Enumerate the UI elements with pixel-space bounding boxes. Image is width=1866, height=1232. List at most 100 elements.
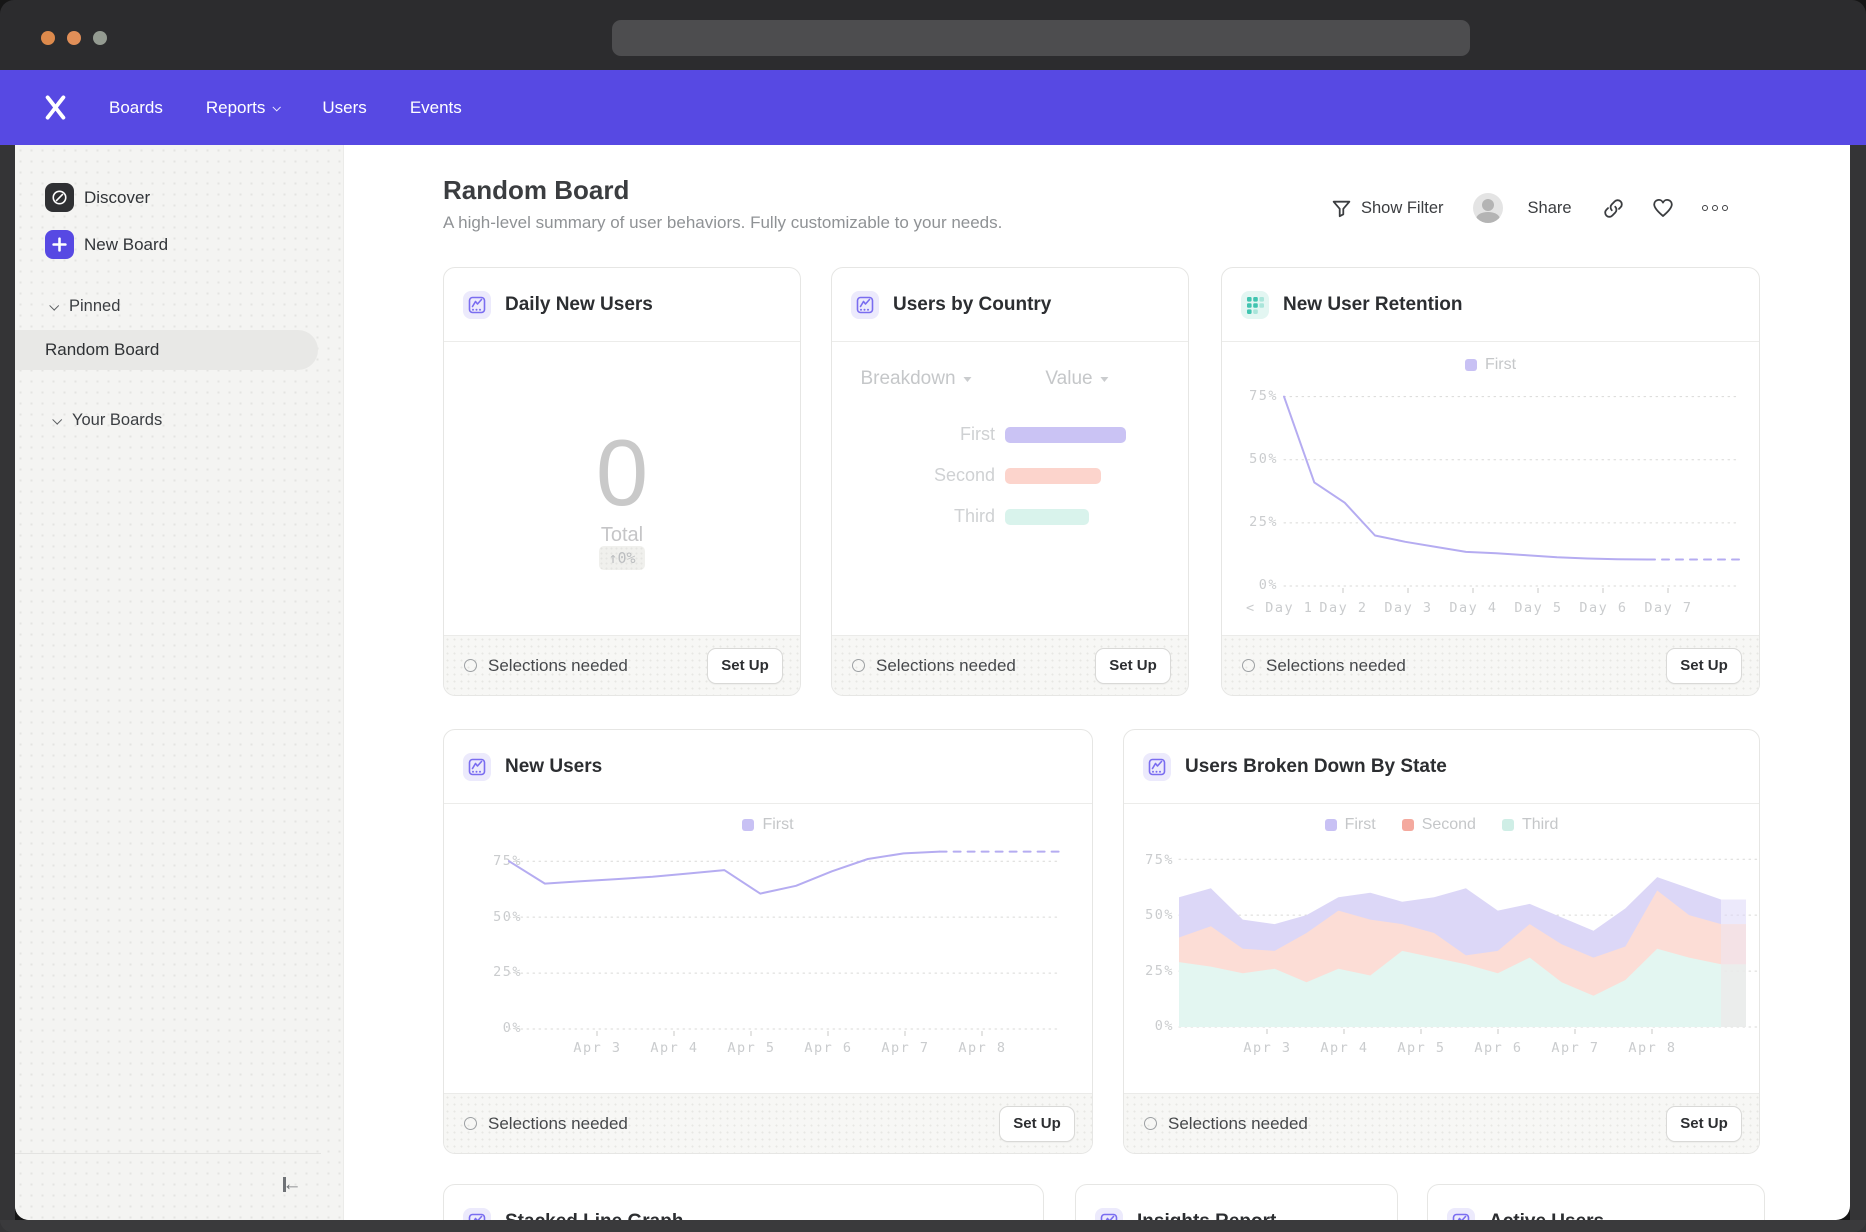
avatar[interactable] (1473, 193, 1503, 223)
favorite-heart-icon[interactable] (1651, 196, 1675, 220)
legend-swatch (1325, 819, 1337, 831)
x-axis-label: < Day 1 (1246, 600, 1311, 616)
legend-swatch (1502, 819, 1514, 831)
card-footer: Selections needed Set Up (444, 1093, 1092, 1153)
x-axis-label: Day 7 (1636, 600, 1701, 616)
nav-item-users[interactable]: Users (322, 98, 366, 118)
card-users-by-state: Users Broken Down By State FirstSecondTh… (1123, 729, 1760, 1154)
breakdown-row: Third (832, 496, 1188, 537)
y-axis: 75% 50% 25% 0% (1124, 730, 1174, 1153)
maximize-window-button[interactable] (93, 31, 107, 45)
set-up-button[interactable]: Set Up (707, 648, 783, 684)
card-active-users: Active Users (1427, 1184, 1765, 1220)
y-axis-label: 25% (1145, 963, 1174, 979)
top-nav: BoardsReportsUsersEvents Search ⌘ + K ? (0, 70, 1866, 145)
sidebar-section-your-boards[interactable]: Your Boards (53, 411, 162, 430)
y-axis-label: 50% (1249, 451, 1278, 467)
retention-line-chart (1284, 389, 1739, 600)
compass-icon (45, 183, 74, 212)
stacked-area-chart (1179, 848, 1759, 1041)
board-actions: Show Filter Share (1331, 186, 1728, 230)
line-chart-icon (463, 291, 491, 319)
share-button[interactable]: Share (1528, 199, 1572, 218)
metric-value: 0 (444, 426, 800, 520)
legend-item: First (1325, 816, 1376, 834)
y-axis-label: 25% (1249, 514, 1278, 530)
mixpanel-logo[interactable] (42, 70, 69, 145)
section-label: Pinned (69, 297, 120, 316)
breakdown-row: First (832, 414, 1188, 455)
plus-icon (45, 230, 74, 259)
card-insights-report: Insights Report (1075, 1184, 1398, 1220)
breakdown-rows: FirstSecondThird (832, 414, 1188, 537)
y-axis-label: 75% (1145, 852, 1174, 868)
chevron-down-icon (273, 103, 281, 111)
legend-swatch (1465, 359, 1477, 371)
metric-label: Total (444, 524, 800, 547)
y-axis-label: 50% (1145, 907, 1174, 923)
line-chart-icon (1447, 1208, 1475, 1220)
filter-icon (1331, 198, 1352, 219)
nav-item-events[interactable]: Events (410, 98, 462, 118)
card-new-user-retention: New User Retention First 75%50%25%0% < D… (1221, 267, 1760, 696)
sidebar-item-random-board[interactable]: Random Board (15, 330, 318, 370)
status-circle-icon (852, 659, 865, 672)
sidebar-item-discover[interactable]: Discover (45, 183, 150, 212)
line-chart-icon (1095, 1208, 1123, 1220)
dropdown-label: Breakdown (860, 368, 955, 390)
legend-item: First (742, 816, 793, 834)
caret-down-icon (964, 377, 972, 386)
x-axis-label: Apr 4 (636, 1040, 713, 1056)
new-users-line-chart (509, 850, 1061, 1043)
card-title: Daily New Users (505, 294, 653, 316)
minimize-window-button[interactable] (67, 31, 81, 45)
legend-item: Second (1402, 816, 1476, 834)
show-filter-button[interactable]: Show Filter (1361, 199, 1444, 218)
card-title: Users by Country (893, 294, 1051, 316)
set-up-button[interactable]: Set Up (1666, 1106, 1742, 1142)
sidebar-item-new-board[interactable]: New Board (45, 230, 168, 259)
value-dropdown[interactable]: Value (1045, 368, 1108, 390)
card-title: Insights Report (1137, 1211, 1276, 1220)
x-axis-label: Day 4 (1441, 600, 1506, 616)
url-bar[interactable] (612, 20, 1470, 56)
chart-legend: FirstSecondThird (1124, 816, 1759, 834)
nav-item-reports[interactable]: Reports (206, 98, 280, 118)
caret-down-icon (1101, 377, 1109, 386)
status-text: Selections needed (488, 1114, 628, 1134)
legend-swatch (1402, 819, 1414, 831)
status-circle-icon (1144, 1117, 1157, 1130)
card-new-users: New Users First 75%50%25%0% Apr 3Apr 4Ap… (443, 729, 1093, 1154)
sidebar-item-label: Discover (84, 188, 150, 208)
window-frame-left (0, 70, 15, 1232)
chart-legend: First (444, 816, 1092, 834)
status-text: Selections needed (488, 656, 628, 676)
traffic-lights (41, 31, 107, 45)
delta-badge: ↑0% (599, 546, 644, 570)
value-bar (1005, 509, 1089, 525)
x-axis-label: Day 2 (1311, 600, 1376, 616)
breakdown-dropdown[interactable]: Breakdown (860, 368, 971, 390)
more-options-button[interactable] (1702, 205, 1728, 211)
x-axis: < Day 1Day 2Day 3Day 4Day 5Day 6Day 7 (1246, 600, 1701, 616)
y-axis-label: 0% (1155, 1018, 1174, 1034)
nav-item-boards[interactable]: Boards (109, 98, 163, 118)
sidebar-item-label: New Board (84, 235, 168, 255)
x-axis-label: Day 5 (1506, 600, 1571, 616)
status-circle-icon (1242, 659, 1255, 672)
collapse-sidebar-button[interactable]: ← (283, 1175, 302, 1194)
close-window-button[interactable] (41, 31, 55, 45)
set-up-button[interactable]: Set Up (999, 1106, 1075, 1142)
status-text: Selections needed (876, 656, 1016, 676)
chevron-down-icon (49, 301, 59, 311)
copy-link-icon[interactable] (1602, 197, 1625, 220)
set-up-button[interactable]: Set Up (1666, 648, 1742, 684)
set-up-button[interactable]: Set Up (1095, 648, 1171, 684)
sidebar-section-pinned[interactable]: Pinned (50, 297, 120, 316)
page-title: Random Board (443, 175, 629, 206)
sidebar: Discover New Board Pinned Random Board Y… (15, 145, 344, 1220)
y-axis-label: 0% (1259, 577, 1278, 593)
x-axis-label: Apr 8 (1614, 1040, 1691, 1056)
x-axis-label: Day 6 (1571, 600, 1636, 616)
card-footer: Selections needed Set Up (444, 635, 800, 695)
